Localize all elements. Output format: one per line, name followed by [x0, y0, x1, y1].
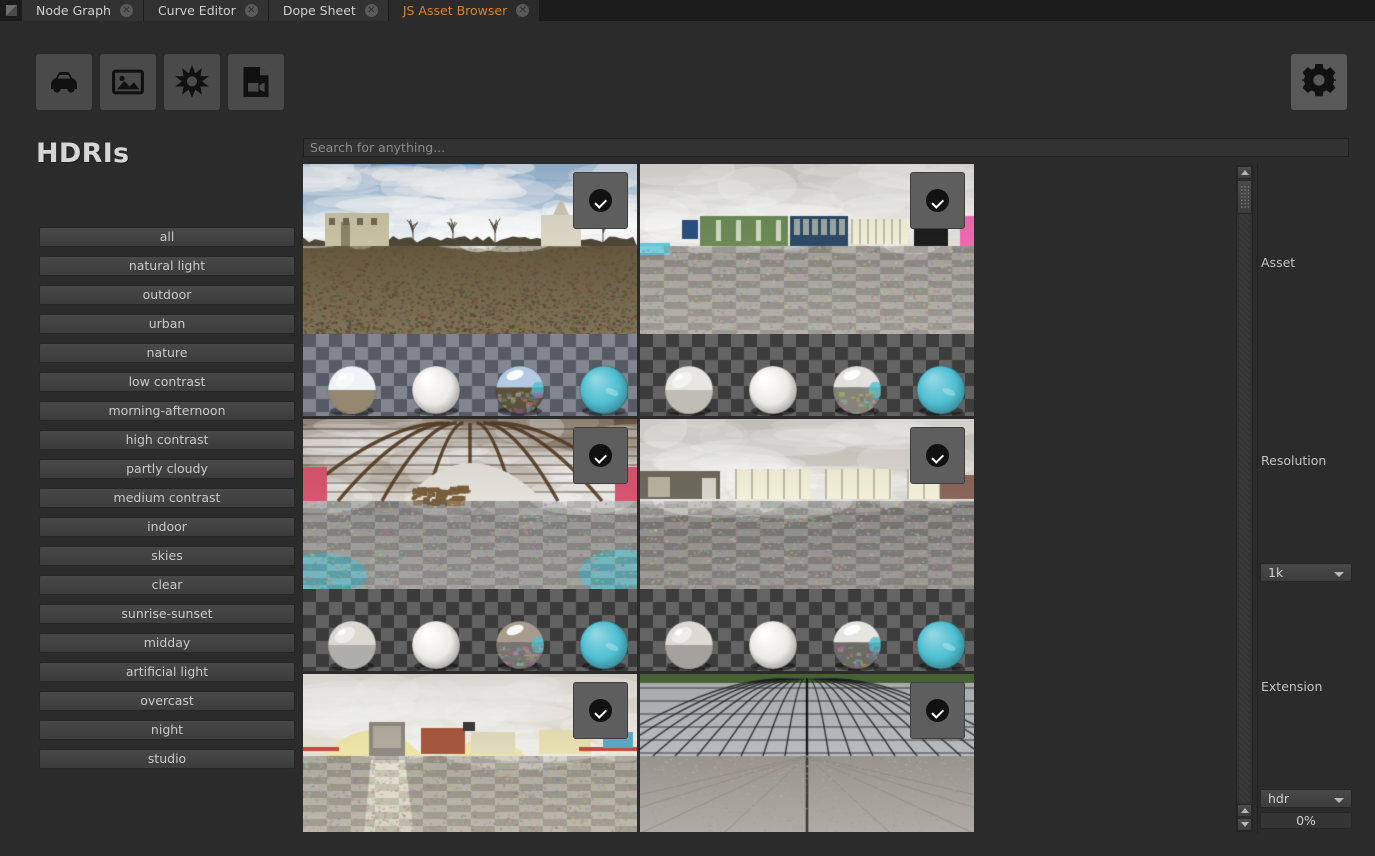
- settings-button[interactable]: [1291, 54, 1347, 110]
- asset-label: Asset: [1261, 255, 1296, 270]
- asset-grid: [303, 164, 975, 832]
- tag-filter-nature[interactable]: nature: [39, 343, 295, 363]
- scroll-down-arrow[interactable]: [1237, 818, 1252, 831]
- search-input[interactable]: [303, 138, 1349, 157]
- tab-strip: Node Graph ✕ Curve Editor ✕ Dope Sheet ✕ JS As…: [22, 0, 541, 21]
- hdris-category-button[interactable]: [164, 54, 220, 110]
- check-circle-icon[interactable]: [573, 427, 628, 484]
- video-category-button[interactable]: [228, 54, 284, 110]
- resolution-label: Resolution: [1261, 453, 1327, 468]
- asset-panorama-preview: [640, 164, 974, 334]
- progress-value: 0%: [1296, 813, 1316, 828]
- checkmark-glyph: [926, 699, 949, 722]
- tab-label: Node Graph: [36, 3, 111, 18]
- tag-filter-high-contrast[interactable]: high contrast: [39, 430, 295, 450]
- tag-filter-list: all natural light outdoor urban nature low co…: [39, 227, 295, 778]
- tab-bar: Node Graph ✕ Curve Editor ✕ Dope Sheet ✕ JS As…: [0, 0, 1375, 21]
- tab-bar-filler: [540, 0, 1375, 20]
- tag-filter-night[interactable]: night: [39, 720, 295, 740]
- car-icon: [47, 70, 81, 94]
- tag-filter-natural-light[interactable]: natural light: [39, 256, 295, 276]
- material-sphere-preview: [303, 589, 637, 671]
- tab-js-asset-browser[interactable]: JS Asset Browser ✕: [388, 0, 541, 21]
- scrollbar-thumb[interactable]: [1237, 180, 1252, 214]
- chevron-down-icon: [1334, 572, 1344, 577]
- asset-card[interactable]: [303, 419, 637, 671]
- close-icon[interactable]: ✕: [364, 4, 378, 17]
- video-file-icon: [242, 66, 270, 98]
- tag-filter-urban[interactable]: urban: [39, 314, 295, 334]
- tag-filter-sunrise-sunset[interactable]: sunrise-sunset: [39, 604, 295, 624]
- asset-panorama-preview: [303, 419, 637, 589]
- download-progress-bar[interactable]: 0%: [1260, 812, 1352, 829]
- asset-card[interactable]: [640, 674, 974, 832]
- checkmark-glyph: [589, 444, 612, 467]
- tag-filter-studio[interactable]: studio: [39, 749, 295, 769]
- tag-filter-medium-contrast[interactable]: medium contrast: [39, 488, 295, 508]
- tab-node-graph[interactable]: Node Graph ✕: [22, 0, 144, 21]
- page-title: HDRIs: [36, 138, 130, 169]
- tab-dope-sheet[interactable]: Dope Sheet ✕: [268, 0, 389, 21]
- tag-filter-skies[interactable]: skies: [39, 546, 295, 566]
- tag-filter-all[interactable]: all: [39, 227, 295, 247]
- tag-filter-partly-cloudy[interactable]: partly cloudy: [39, 459, 295, 479]
- main-area: HDRIs all natural light outdoor urban nature…: [0, 21, 1375, 856]
- scrollbar-track[interactable]: [1239, 181, 1250, 803]
- asset-panorama-preview: [640, 419, 974, 589]
- tag-filter-outdoor[interactable]: outdoor: [39, 285, 295, 305]
- asset-panorama-preview: [303, 164, 637, 334]
- models-category-button[interactable]: [36, 54, 92, 110]
- tag-filter-overcast[interactable]: overcast: [39, 691, 295, 711]
- asset-card[interactable]: [640, 419, 974, 671]
- image-icon: [112, 69, 144, 95]
- chevron-down-icon: [1334, 798, 1344, 803]
- app-logo-icon: [0, 0, 22, 21]
- tab-label: Dope Sheet: [282, 3, 356, 18]
- check-circle-icon[interactable]: [910, 172, 965, 229]
- material-sphere-preview: [640, 334, 974, 416]
- tag-filter-indoor[interactable]: indoor: [39, 517, 295, 537]
- material-sphere-preview: [303, 334, 637, 416]
- tag-filter-low-contrast[interactable]: low contrast: [39, 372, 295, 392]
- checkmark-glyph: [926, 444, 949, 467]
- check-circle-icon[interactable]: [910, 427, 965, 484]
- extension-label: Extension: [1261, 679, 1323, 694]
- grid-vertical-scrollbar[interactable]: [1236, 165, 1253, 832]
- checkmark-glyph: [589, 189, 612, 212]
- sidebar: HDRIs all natural light outdoor urban nature…: [0, 126, 300, 856]
- close-icon[interactable]: ✕: [119, 4, 133, 17]
- asset-panorama-preview: [303, 674, 637, 832]
- asset-panorama-preview: [640, 674, 974, 832]
- gear-icon: [1299, 63, 1339, 101]
- asset-card[interactable]: [303, 164, 637, 416]
- extension-value: hdr: [1268, 791, 1289, 806]
- tab-label: JS Asset Browser: [402, 3, 508, 18]
- resolution-value: 1k: [1268, 565, 1284, 580]
- tag-filter-morning-afternoon[interactable]: morning-afternoon: [39, 401, 295, 421]
- tag-filter-artificial-light[interactable]: artificial light: [39, 662, 295, 682]
- check-circle-icon[interactable]: [573, 172, 628, 229]
- material-sphere-preview: [640, 589, 974, 671]
- asset-grid-viewport[interactable]: [303, 164, 975, 832]
- checkmark-glyph: [589, 699, 612, 722]
- textures-category-button[interactable]: [100, 54, 156, 110]
- properties-panel: Asset Resolution Extension 1k hdr 0%: [1257, 164, 1375, 834]
- tab-label: Curve Editor: [157, 3, 236, 18]
- category-toolbar: [0, 54, 1375, 114]
- close-icon[interactable]: ✕: [516, 4, 530, 17]
- checkmark-glyph: [926, 189, 949, 212]
- check-circle-icon[interactable]: [573, 682, 628, 739]
- asset-card[interactable]: [303, 674, 637, 832]
- resolution-dropdown[interactable]: 1k: [1260, 563, 1352, 582]
- asset-card[interactable]: [640, 164, 974, 416]
- extension-dropdown[interactable]: hdr: [1260, 789, 1352, 808]
- sun-icon: [175, 65, 209, 99]
- close-icon[interactable]: ✕: [244, 4, 258, 17]
- scroll-up-arrow[interactable]: [1237, 166, 1252, 179]
- tag-filter-midday[interactable]: midday: [39, 633, 295, 653]
- tag-filter-clear[interactable]: clear: [39, 575, 295, 595]
- check-circle-icon[interactable]: [910, 682, 965, 739]
- scroll-up-arrow-bottom[interactable]: [1237, 804, 1252, 817]
- tab-curve-editor[interactable]: Curve Editor ✕: [143, 0, 269, 21]
